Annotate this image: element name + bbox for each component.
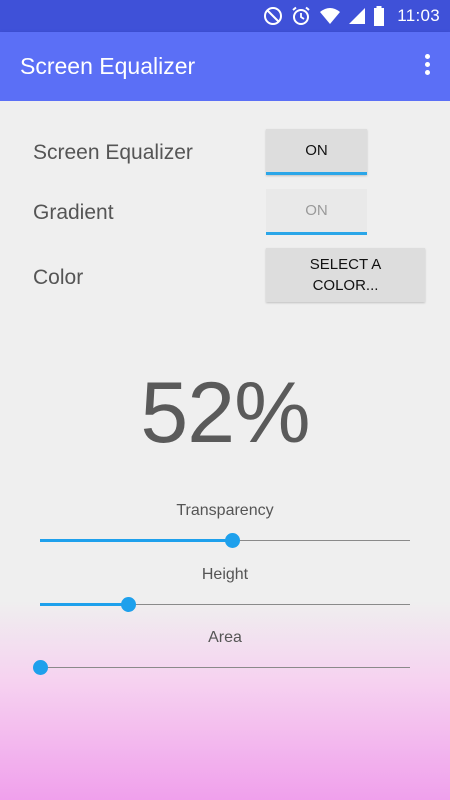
height-label: Height: [201, 566, 249, 583]
gradient-label: Gradient: [33, 201, 114, 224]
wifi-icon: [320, 8, 341, 24]
battery-icon: [374, 6, 385, 26]
app-title: Screen Equalizer: [20, 53, 196, 79]
slider-track: [40, 667, 410, 668]
select-color-button[interactable]: SELECT A COLOR...: [266, 248, 425, 302]
main-content: Screen Equalizer ON Gradient ON Color SE…: [0, 101, 450, 800]
clock: 11:03: [397, 6, 440, 25]
screen-equalizer-label: Screen Equalizer: [33, 141, 193, 164]
do-not-disturb-icon: [264, 7, 283, 25]
signal-icon: [349, 8, 366, 24]
slider-fill: [40, 603, 129, 606]
status-icons: 11:03: [263, 6, 440, 26]
area-label: Area: [208, 629, 242, 646]
more-vert-icon[interactable]: [422, 54, 432, 80]
transparency-label: Transparency: [176, 502, 274, 519]
color-label: Color: [33, 266, 84, 289]
area-slider[interactable]: [32, 658, 410, 678]
status-bar: 11:03: [0, 0, 450, 32]
screen-equalizer-toggle[interactable]: ON: [266, 129, 367, 175]
slider-fill: [40, 539, 233, 542]
alarm-icon: [292, 6, 310, 25]
slider-thumb[interactable]: [224, 533, 240, 548]
slider-thumb[interactable]: [32, 660, 48, 675]
height-slider[interactable]: [40, 595, 410, 615]
gradient-toggle[interactable]: ON: [266, 189, 367, 235]
percent-display: 52%: [140, 365, 310, 461]
transparency-slider[interactable]: [40, 531, 410, 551]
slider-thumb[interactable]: [121, 597, 137, 612]
app-bar: Screen Equalizer: [0, 32, 450, 101]
